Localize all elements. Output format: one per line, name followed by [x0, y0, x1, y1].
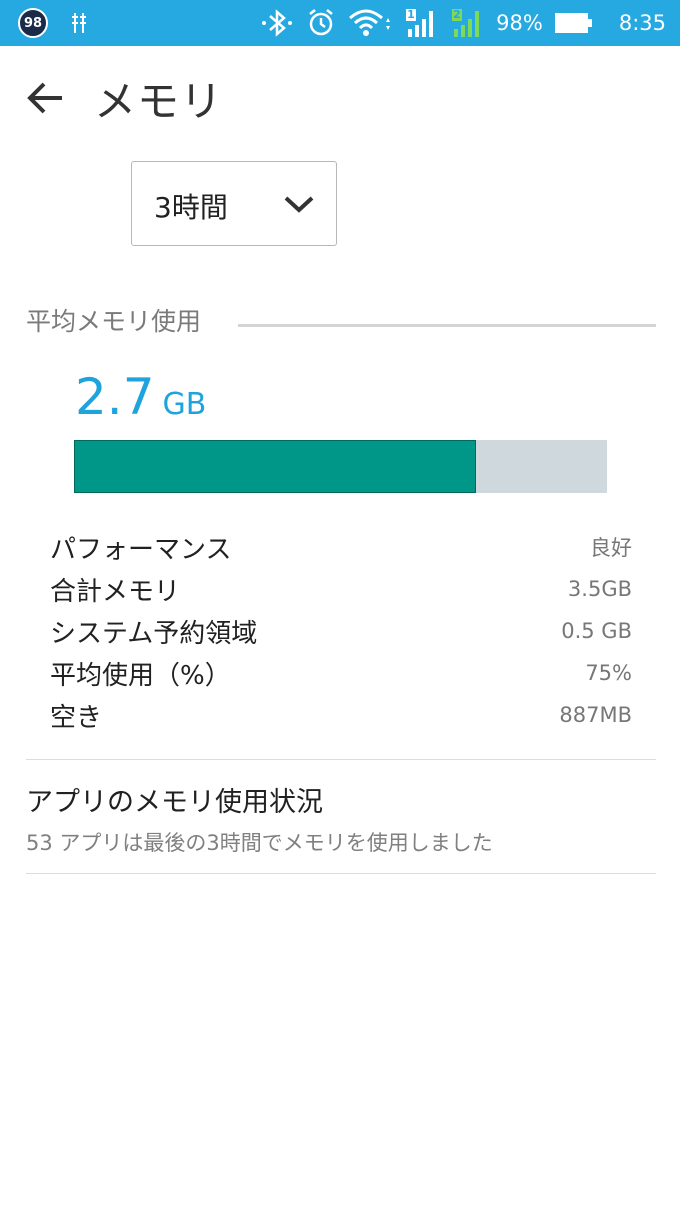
- notification-badge: 98: [18, 8, 48, 38]
- detail-label: 空き: [50, 702, 103, 733]
- clock: 8:35: [618, 11, 666, 35]
- memory-usage-fill: [74, 440, 477, 493]
- back-button[interactable]: [24, 76, 68, 120]
- detail-value: 887MB: [559, 703, 632, 727]
- detail-label: システム予約領域: [50, 618, 258, 649]
- app-bar: メモリ: [0, 46, 680, 150]
- app-memory-subtitle: 53 アプリは最後の3時間でメモリを使用しました: [26, 831, 493, 855]
- detail-row: 空き 887MB: [50, 694, 632, 736]
- detail-value: 75%: [585, 661, 632, 685]
- detail-row: システム予約領域 0.5 GB: [50, 610, 632, 652]
- detail-row: パフォーマンス 良好: [50, 526, 632, 568]
- signal-icon: 2: [450, 7, 484, 39]
- alarm-icon: [306, 8, 336, 38]
- bluetooth-icon: [260, 8, 294, 38]
- time-range-value: 3時間: [154, 191, 228, 224]
- list-divider: [26, 759, 656, 760]
- sim2-label: 2: [453, 8, 461, 21]
- average-memory-value: 2.7 GB: [75, 368, 206, 426]
- detail-value: 3.5GB: [567, 577, 632, 601]
- app-memory-title: アプリのメモリ使用状況: [26, 787, 323, 818]
- time-range-dropdown[interactable]: 3時間: [131, 161, 337, 246]
- list-divider: [26, 873, 656, 874]
- memory-unit: GB: [162, 387, 207, 422]
- battery-icon: [554, 12, 593, 34]
- usb-debug-icon: [70, 11, 88, 35]
- status-bar: 98 1 2 98% 8:35: [0, 0, 680, 46]
- battery-percent: 98%: [496, 11, 543, 35]
- memory-number: 2.7: [75, 368, 155, 426]
- chevron-down-icon: [284, 196, 314, 213]
- detail-value: 良好: [590, 536, 632, 560]
- page-title: メモリ: [94, 77, 224, 126]
- detail-row: 平均使用（%） 75%: [50, 652, 632, 694]
- section-divider: [238, 324, 656, 327]
- sim1-label: 1: [407, 8, 415, 21]
- wifi-icon: [348, 8, 392, 38]
- detail-value: 0.5 GB: [561, 619, 632, 643]
- detail-label: 合計メモリ: [50, 576, 181, 607]
- back-arrow-icon: [27, 82, 62, 114]
- memory-usage-bar: [74, 440, 607, 493]
- section-title: 平均メモリ使用: [26, 307, 202, 336]
- detail-label: パフォーマンス: [50, 534, 232, 565]
- detail-label: 平均使用（%）: [50, 660, 231, 691]
- memory-details-list: パフォーマンス 良好 合計メモリ 3.5GB システム予約領域 0.5 GB 平…: [50, 526, 632, 736]
- signal-icon: 1: [404, 7, 438, 39]
- app-memory-usage-item[interactable]: アプリのメモリ使用状況 53 アプリは最後の3時間でメモリを使用しました: [26, 780, 656, 857]
- detail-row: 合計メモリ 3.5GB: [50, 568, 632, 610]
